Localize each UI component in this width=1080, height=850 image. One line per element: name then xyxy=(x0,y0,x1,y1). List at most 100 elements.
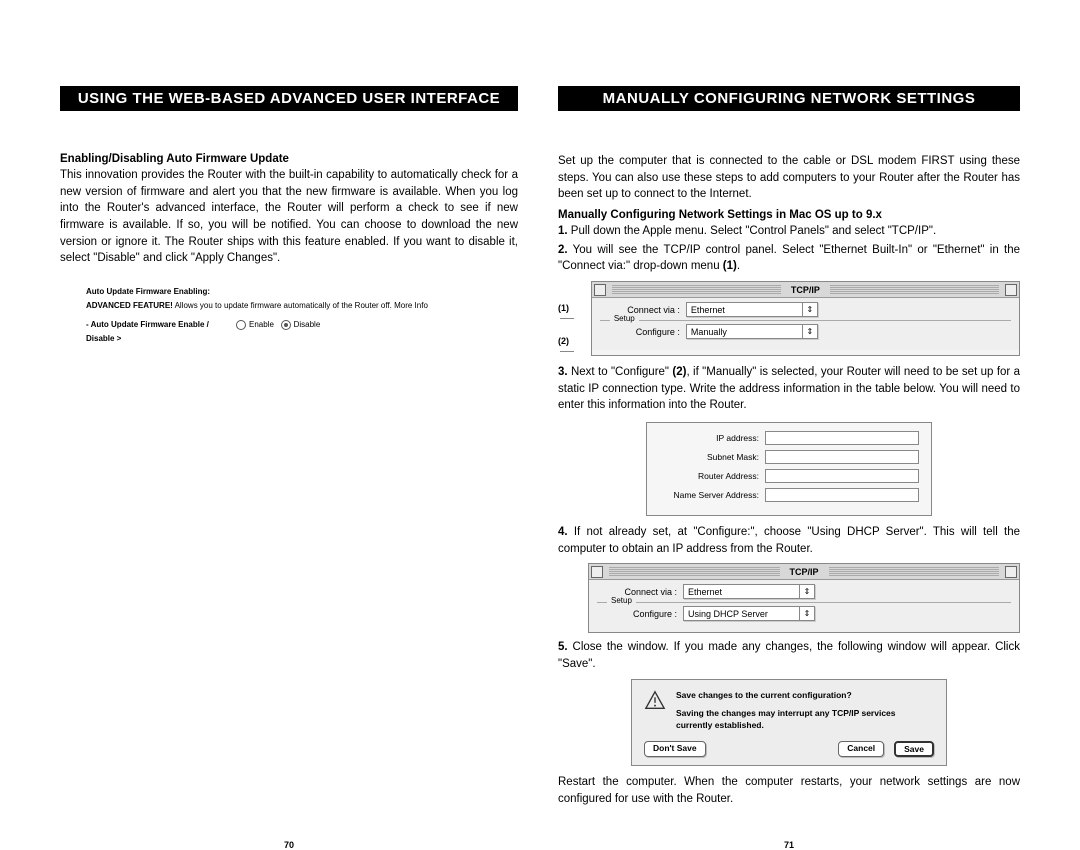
setup-label-2: Setup xyxy=(607,596,636,605)
titlebar-stripes-icon xyxy=(830,285,999,295)
step-2-dot: . xyxy=(737,260,740,272)
left-header: USING THE WEB-BASED ADVANCED USER INTERF… xyxy=(60,86,518,111)
save-button[interactable]: Save xyxy=(894,741,934,757)
auto-firmware-paragraph: This innovation provides the Router with… xyxy=(60,167,518,267)
callout-1: (1) xyxy=(558,303,569,313)
close-icon[interactable] xyxy=(591,566,603,578)
chevron-updown-icon: ⇕ xyxy=(799,607,814,620)
auto-firmware-heading: Enabling/Disabling Auto Firmware Update xyxy=(60,153,518,165)
tcpip-titlebar: TCP/IP xyxy=(592,282,1019,298)
chevron-updown-icon: ⇕ xyxy=(802,303,817,316)
advanced-feature-label: ADVANCED FEATURE! xyxy=(86,301,173,310)
cancel-button[interactable]: Cancel xyxy=(838,741,884,757)
ip-address-input[interactable] xyxy=(765,431,919,445)
radio-disable-label: Disable xyxy=(294,320,321,329)
configure-value-2: Using DHCP Server xyxy=(684,609,799,619)
firmware-settings-figure: Auto Update Firmware Enabling: ADVANCED … xyxy=(86,285,518,345)
save-dialog-buttons: Don't Save Cancel Save xyxy=(644,741,934,757)
subnet-input[interactable] xyxy=(765,450,919,464)
ip-address-table: IP address: Subnet Mask: Router Address:… xyxy=(646,422,932,516)
chevron-updown-icon: ⇕ xyxy=(802,325,817,338)
connect-via-row-2: Connect via : Ethernet ⇕ xyxy=(597,584,1011,599)
save-question: Save changes to the current configuratio… xyxy=(676,690,934,702)
radio-enable-label: Enable xyxy=(249,320,274,329)
router-address-label: Router Address: xyxy=(659,471,765,481)
mac-os-heading: Manually Configuring Network Settings in… xyxy=(558,209,1020,221)
save-warning: Saving the changes may interrupt any TCP… xyxy=(676,708,934,732)
step-1: 1. Pull down the Apple menu. Select "Con… xyxy=(558,223,1020,240)
collapse-icon[interactable] xyxy=(1005,566,1017,578)
step-2: 2. You will see the TCP/IP control panel… xyxy=(558,242,1020,275)
ip-row: IP address: xyxy=(659,431,919,445)
radio-disable[interactable] xyxy=(281,320,291,330)
setup-group-2: Setup Configure : Using DHCP Server ⇕ xyxy=(597,602,1011,621)
page-number-left: 70 xyxy=(60,840,518,850)
radio-enable[interactable] xyxy=(236,320,246,330)
callout-column: (1) (2) xyxy=(558,281,585,356)
step-1-num: 1. xyxy=(558,225,568,237)
save-dialog-text: Save changes to the current configuratio… xyxy=(676,690,934,732)
step-2-ref: (1) xyxy=(723,260,737,272)
right-page: MANUALLY CONFIGURING NETWORK SETTINGS Se… xyxy=(558,86,1020,808)
step-3-text-a: Next to "Configure" xyxy=(568,366,673,378)
intro-text: Set up the computer that is connected to… xyxy=(558,153,1020,203)
warning-icon xyxy=(644,690,666,712)
outro-text: Restart the computer. When the computer … xyxy=(558,774,1020,807)
ns-row: Name Server Address: xyxy=(659,488,919,502)
router-row: Router Address: xyxy=(659,469,919,483)
save-dialog: Save changes to the current configuratio… xyxy=(631,679,947,767)
page-number-right: 71 xyxy=(558,840,1020,850)
step-1-text: Pull down the Apple menu. Select "Contro… xyxy=(568,225,937,237)
setup-group: Setup Configure : Manually ⇕ xyxy=(600,320,1011,339)
configure-row: Configure : Manually ⇕ xyxy=(600,324,1011,339)
firmware-feature-line: ADVANCED FEATURE! Allows you to update f… xyxy=(86,299,518,313)
firmware-enable-row: - Auto Update Firmware Enable / Disable … xyxy=(86,318,518,345)
callout-line-icon xyxy=(560,351,574,352)
step-4-text: If not already set, at "Configure:", cho… xyxy=(558,526,1020,555)
connect-via-value: Ethernet xyxy=(687,305,802,315)
step-5-text: Close the window. If you made any change… xyxy=(558,641,1020,670)
left-page: USING THE WEB-BASED ADVANCED USER INTERF… xyxy=(60,86,518,808)
ns-label: Name Server Address: xyxy=(659,490,765,500)
collapse-icon[interactable] xyxy=(1005,284,1017,296)
step-2-text: You will see the TCP/IP control panel. S… xyxy=(558,244,1020,273)
right-header: MANUALLY CONFIGURING NETWORK SETTINGS xyxy=(558,86,1020,111)
connect-via-dropdown-2[interactable]: Ethernet ⇕ xyxy=(683,584,815,599)
connect-via-value-2: Ethernet xyxy=(684,587,799,597)
configure-dropdown[interactable]: Manually ⇕ xyxy=(686,324,818,339)
connect-via-dropdown[interactable]: Ethernet ⇕ xyxy=(686,302,818,317)
firmware-radio-group: Enable Disable xyxy=(236,318,320,332)
connect-via-row: Connect via : Ethernet ⇕ xyxy=(600,302,1011,317)
configure-label-2: Configure : xyxy=(597,609,683,619)
tcpip-title-2: TCP/IP xyxy=(784,567,825,577)
titlebar-stripes-icon xyxy=(609,567,780,577)
tcpip-title: TCP/IP xyxy=(785,285,826,295)
ip-address-label: IP address: xyxy=(659,433,765,443)
ns-input[interactable] xyxy=(765,488,919,502)
configure-dropdown-2[interactable]: Using DHCP Server ⇕ xyxy=(683,606,815,621)
tcpip-body-2: Connect via : Ethernet ⇕ Setup Configure… xyxy=(589,580,1019,632)
titlebar-stripes-icon xyxy=(612,285,781,295)
configure-row-2: Configure : Using DHCP Server ⇕ xyxy=(597,606,1011,621)
configure-value: Manually xyxy=(687,327,802,337)
tcpip-body: Connect via : Ethernet ⇕ Setup Configure… xyxy=(592,298,1019,350)
step-3: 3. Next to "Configure" (2), if "Manually… xyxy=(558,364,1020,414)
router-address-input[interactable] xyxy=(765,469,919,483)
step-3-ref: (2) xyxy=(672,366,686,378)
tcpip-titlebar-2: TCP/IP xyxy=(589,564,1019,580)
step-4-num: 4. xyxy=(558,526,568,538)
step-4: 4. If not already set, at "Configure:", … xyxy=(558,524,1020,557)
subnet-label: Subnet Mask: xyxy=(659,452,765,462)
configure-label: Configure : xyxy=(600,327,686,337)
tcpip-panel-1: TCP/IP Connect via : Ethernet ⇕ Setup xyxy=(591,281,1020,356)
titlebar-stripes-icon xyxy=(829,567,1000,577)
firmware-figure-title: Auto Update Firmware Enabling: xyxy=(86,285,518,299)
connect-via-label-2: Connect via : xyxy=(597,587,683,597)
step-3-num: 3. xyxy=(558,366,568,378)
subnet-row: Subnet Mask: xyxy=(659,450,919,464)
setup-label: Setup xyxy=(610,314,639,323)
dont-save-button[interactable]: Don't Save xyxy=(644,741,706,757)
chevron-updown-icon: ⇕ xyxy=(799,585,814,598)
close-icon[interactable] xyxy=(594,284,606,296)
advanced-feature-text: Allows you to update firmware automatica… xyxy=(173,301,428,310)
